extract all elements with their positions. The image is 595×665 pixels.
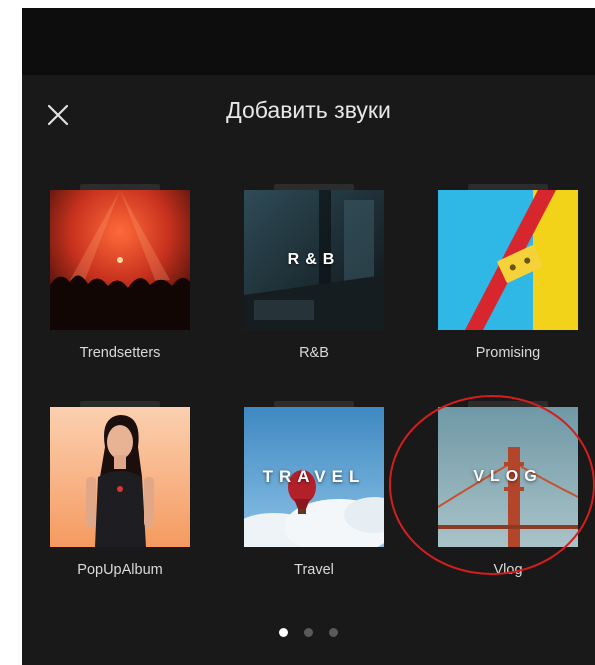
album-popupalbum[interactable]: PopUpAlbum [50,401,190,578]
album-label: Promising [475,345,541,361]
album-cover-popupalbum[interactable] [50,407,190,547]
album-cover-text: VLOG [473,468,543,485]
album-rnb[interactable]: R&B R&B [244,184,384,361]
album-cover-trendsetters[interactable] [50,190,190,330]
album-promising[interactable]: Promising [438,184,578,361]
page-dot-1[interactable] [279,628,288,637]
album-label: Vlog [493,562,523,578]
album-label: R&B [299,345,329,361]
top-bar [22,8,595,75]
page-title: Добавить звуки [226,97,391,123]
album-vlog[interactable]: VLOG Vlog [438,401,578,578]
album-label: Trendsetters [79,345,161,361]
album-cover-text: TRAVEL [262,467,366,486]
album-cover-vlog[interactable]: VLOG [438,407,578,547]
album-cover-promising[interactable] [438,190,578,330]
album-label: Travel [294,562,334,578]
album-label: PopUpAlbum [77,562,163,578]
page-dot-2[interactable] [304,628,313,637]
page-dot-3[interactable] [329,628,338,637]
album-cover-rnb[interactable]: R&B [244,190,384,330]
album-travel[interactable]: TRAVEL Travel [244,401,384,578]
add-sounds-panel: Добавить звуки Trendsetters R&B R&B Prom… [22,8,595,665]
album-cover-text: R&B [287,251,341,268]
album-cover-travel[interactable]: TRAVEL [244,407,384,547]
album-trendsetters[interactable]: Trendsetters [50,184,190,361]
